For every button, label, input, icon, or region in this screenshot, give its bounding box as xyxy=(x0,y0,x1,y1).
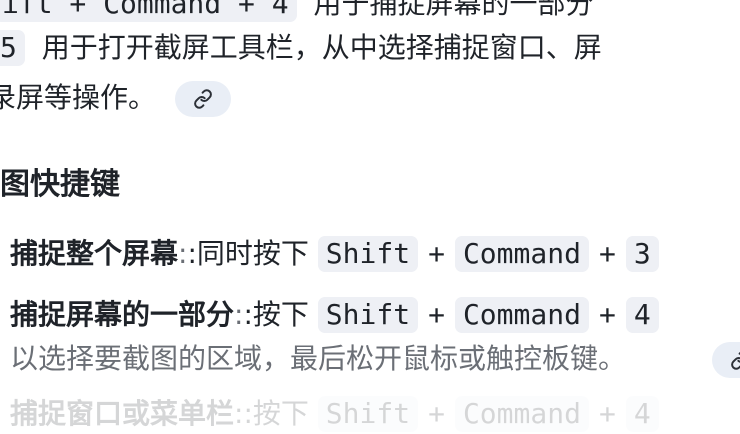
plus-sign: + xyxy=(428,237,445,270)
item-lead: :同时按下 xyxy=(187,237,309,270)
shortcut-key: 5 xyxy=(0,30,25,66)
plus-sign: + xyxy=(598,237,616,270)
item-lead: :按下 xyxy=(243,298,309,331)
shortcut-key: Shift xyxy=(317,396,419,432)
link-icon xyxy=(731,351,740,370)
plus-sign: + xyxy=(598,298,616,331)
intro-line-3: 录屏等操作。 xyxy=(0,78,231,118)
plus-sign: + xyxy=(428,298,445,331)
link-icon xyxy=(194,89,212,109)
intro-line-2: 5 用于打开截屏工具栏，从中选择捕捉窗口、屏 xyxy=(0,28,602,68)
intro-text: 用于捕捉屏幕的一部分 xyxy=(313,0,594,20)
item-continuation: 以选择要截图的区域，最后松开鼠标或触控板键。 xyxy=(10,339,626,379)
item-continuation-text: 以选择要截图的区域，最后松开鼠标或触控板键。 xyxy=(10,342,627,375)
shortcut-key: Shift xyxy=(317,236,419,272)
shortcut-key: Command xyxy=(454,236,589,272)
shortcut-key: 3 xyxy=(625,236,659,272)
shortcut-key: Command xyxy=(454,297,589,333)
source-link-button[interactable] xyxy=(712,342,740,378)
intro-text: 用于打开截屏工具栏，从中选择捕捉窗口、屏 xyxy=(41,31,602,64)
shortcut-key: Command xyxy=(454,396,589,432)
list-item: 捕捉窗口或菜单栏::按下 Shift + Command +4 xyxy=(10,394,659,434)
section-heading: 图快捷键 xyxy=(0,167,120,202)
item-label: 捕捉屏幕的一部分 xyxy=(10,298,235,331)
intro-line-1: ift + Command + 4 用于捕捉屏幕的一部分 xyxy=(0,0,594,24)
shortcut-key: 4 xyxy=(625,396,659,432)
source-link-button[interactable] xyxy=(174,81,231,117)
shortcut-key: ift + Command + 4 xyxy=(0,0,297,22)
list-item: 捕捉整个屏幕::同时按下 Shift + Command +3 xyxy=(10,234,659,274)
shortcut-key: Shift xyxy=(317,297,419,333)
list-item: 捕捉屏幕的一部分::按下 Shift + Command +4 xyxy=(10,295,659,335)
item-label: 捕捉整个屏幕 xyxy=(10,237,179,270)
shortcut-key: 4 xyxy=(625,297,659,333)
intro-text: 录屏等操作。 xyxy=(0,81,157,114)
